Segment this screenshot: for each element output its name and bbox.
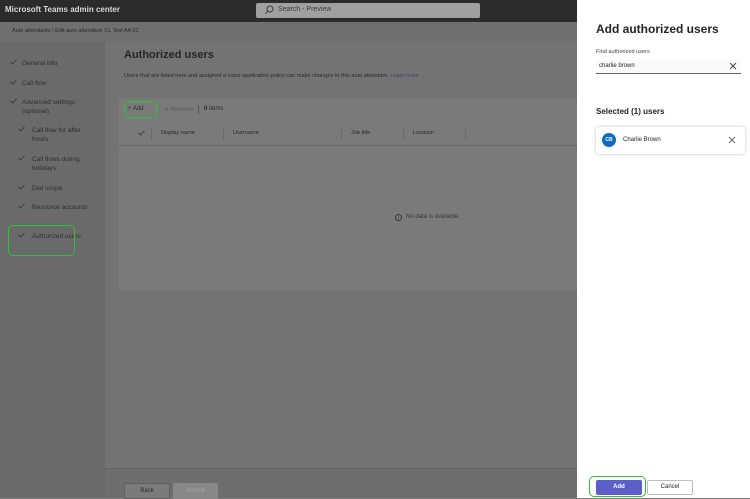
close-icon: ✕	[164, 107, 170, 113]
submit-button[interactable]: Submit	[173, 483, 218, 499]
nav-item-label: General info	[22, 60, 58, 67]
check-icon	[18, 184, 25, 190]
app-title: Microsoft Teams admin center	[5, 5, 120, 14]
clear-icon[interactable]	[729, 62, 737, 70]
check-icon	[18, 203, 25, 209]
remove-user-icon[interactable]	[728, 136, 736, 144]
column-header-location[interactable]: Location	[413, 130, 434, 136]
find-users-value: charlie brown	[599, 63, 635, 69]
highlight-box	[8, 225, 75, 256]
search-placeholder: Search - Preview	[278, 6, 332, 13]
learn-more-link[interactable]: Learn more	[390, 73, 419, 79]
nav-item-label: Advanced settings (optional)	[22, 99, 76, 115]
check-icon	[18, 155, 25, 161]
check-icon	[10, 79, 17, 85]
add-authorized-users-panel: Add authorized users Find authorized use…	[577, 0, 750, 498]
table-header: Display name Username Job title Location	[119, 122, 577, 146]
nav-item-label: Call flow for after hours	[32, 127, 81, 143]
main-content: Authorized users Users that are listed h…	[105, 42, 577, 499]
description-text: Users that are listed here and assigned …	[124, 73, 389, 79]
item-count-value: 0	[204, 106, 208, 112]
selected-user-card: CB Charlie Brown	[596, 127, 745, 154]
select-all-checkmark-icon[interactable]	[138, 130, 145, 136]
empty-state: i No data is available.	[395, 214, 460, 221]
selected-user-name: Charlie Brown	[623, 137, 661, 143]
search-icon	[264, 5, 274, 15]
highlight-box	[589, 476, 646, 497]
find-users-input[interactable]: charlie brown	[596, 60, 741, 74]
item-count-suffix: items	[209, 106, 224, 112]
item-count: 0 items	[204, 106, 223, 112]
back-button[interactable]: Back	[124, 483, 170, 499]
table-toolbar: + Add ✕ Remove 0 items	[119, 98, 577, 122]
toolbar-divider	[198, 105, 199, 114]
column-divider	[341, 128, 342, 140]
breadcrumb-bar: Auto attendants \ Edit auto attendant: C…	[0, 22, 577, 42]
column-divider	[465, 128, 466, 140]
avatar: CB	[602, 133, 616, 147]
remove-label: Remove	[170, 107, 194, 113]
info-icon: i	[395, 214, 402, 221]
nav-item-label: Call flows during holidays	[32, 156, 80, 172]
column-divider	[223, 128, 224, 140]
wizard-footer: Back Submit	[105, 468, 577, 499]
wizard-nav: General info Call flow Advanced settings…	[0, 42, 105, 498]
panel-title: Add authorized users	[596, 22, 719, 36]
highlight-box	[124, 101, 157, 118]
selected-users-title: Selected (1) users	[596, 107, 665, 116]
column-header-job-title[interactable]: Job title	[351, 130, 370, 136]
remove-button[interactable]: ✕ Remove	[164, 106, 193, 113]
nav-item-label: Dial scope	[32, 185, 63, 192]
check-icon	[18, 126, 25, 132]
search-box[interactable]: Search - Preview	[256, 3, 480, 18]
column-header-username[interactable]: Username	[233, 130, 259, 136]
authorized-users-table: + Add ✕ Remove 0 items Display name User…	[119, 98, 577, 290]
check-icon	[10, 98, 17, 104]
page-title: Authorized users	[124, 49, 214, 61]
nav-item-label: Resource accounts	[32, 204, 88, 211]
page-description: Users that are listed here and assigned …	[124, 73, 419, 79]
column-divider	[403, 128, 404, 140]
cancel-button[interactable]: Cancel	[647, 480, 693, 495]
nav-item-label: Call flow	[22, 80, 47, 87]
column-header-display-name[interactable]: Display name	[161, 130, 195, 136]
breadcrumb[interactable]: Auto attendants \ Edit auto attendant: C…	[12, 28, 139, 34]
column-divider	[151, 128, 152, 140]
check-icon	[10, 59, 17, 65]
find-label: Find authorized users	[596, 49, 650, 55]
empty-message: No data is available.	[406, 214, 461, 220]
